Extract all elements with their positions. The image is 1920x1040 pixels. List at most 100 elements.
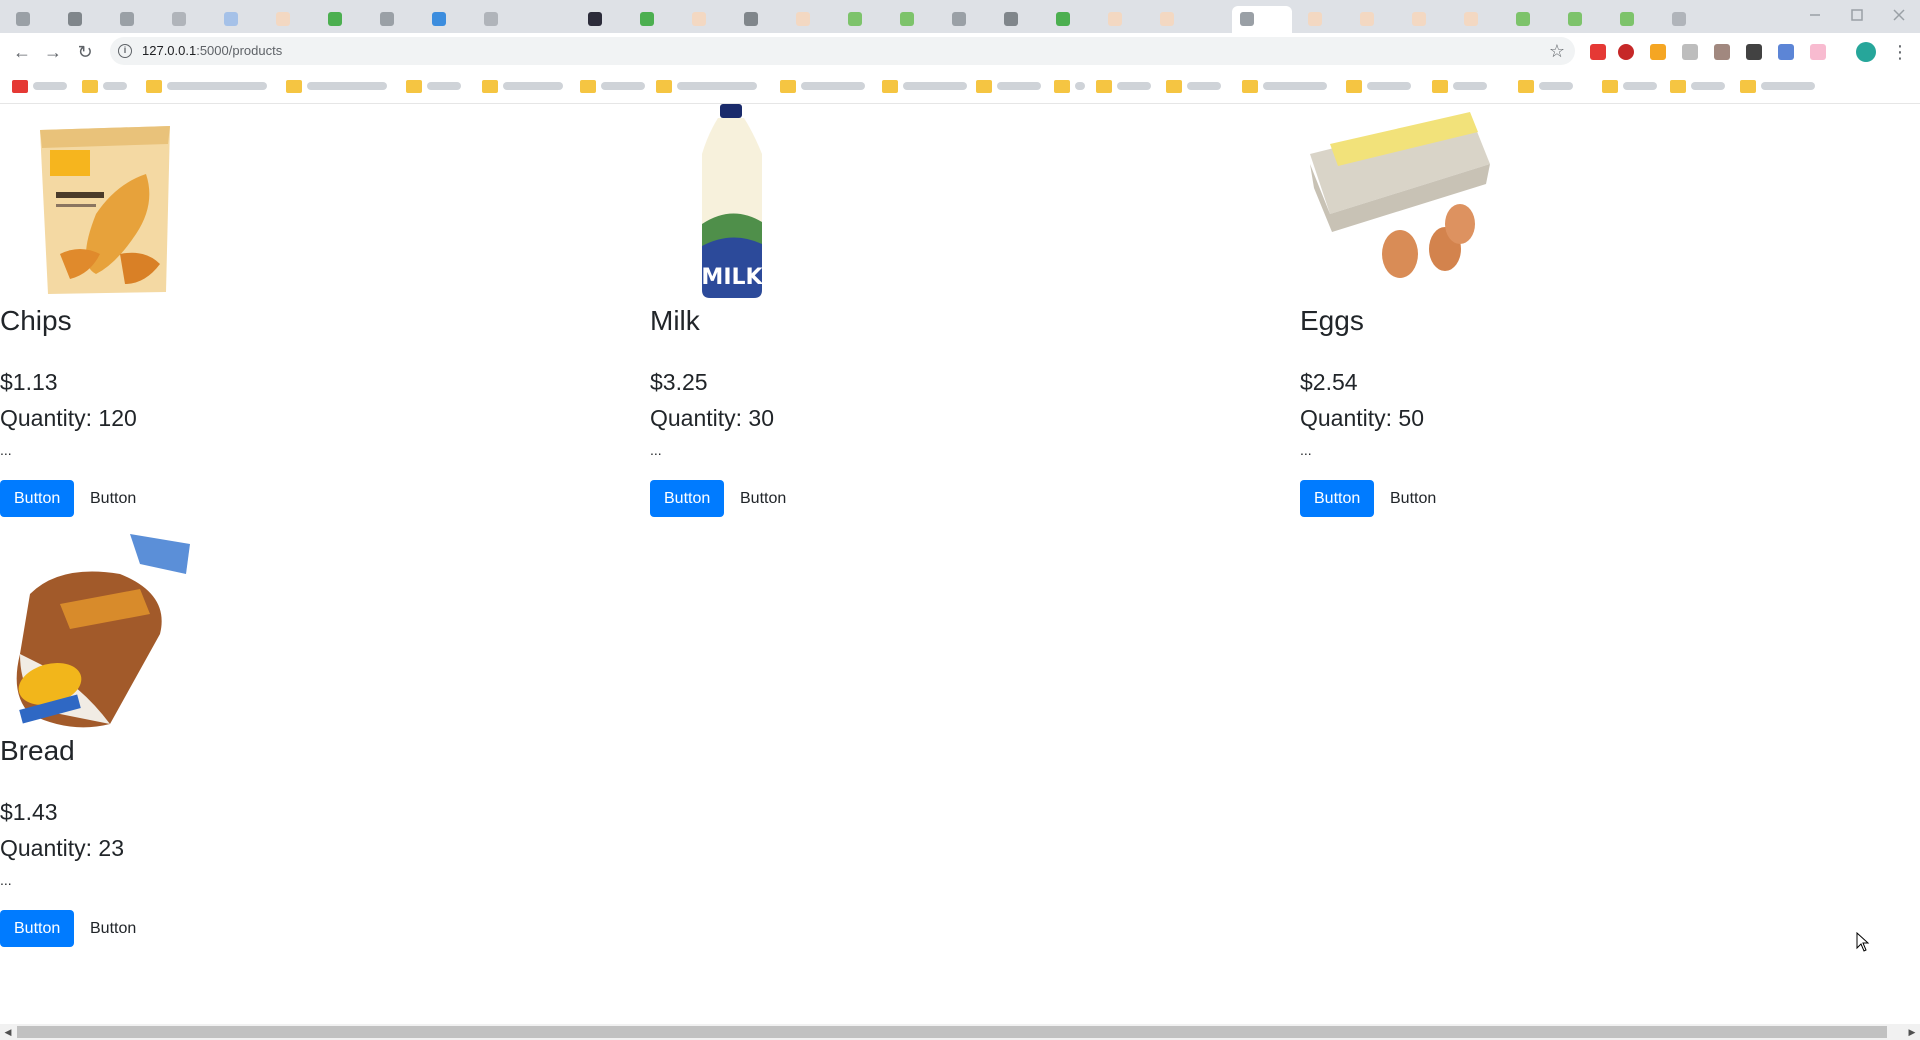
tab[interactable] — [1048, 6, 1088, 33]
tab[interactable] — [60, 6, 100, 33]
egg-carton-icon — [1300, 104, 1500, 304]
info-icon[interactable]: i — [118, 44, 132, 58]
tab[interactable] — [632, 6, 672, 33]
extension-icon[interactable] — [1714, 44, 1730, 60]
secondary-button[interactable]: Button — [726, 480, 800, 517]
primary-button[interactable]: Button — [0, 480, 75, 517]
extension-icon[interactable] — [1682, 44, 1698, 60]
product-name: Chips — [0, 305, 72, 336]
tab[interactable] — [1404, 6, 1444, 33]
bookmark-item[interactable] — [1740, 79, 1820, 95]
tab[interactable] — [1612, 6, 1652, 33]
close-icon[interactable] — [1888, 6, 1910, 24]
tab[interactable] — [372, 6, 412, 33]
scroll-left-icon[interactable]: ◀ — [2, 1026, 14, 1038]
tab[interactable] — [112, 6, 152, 33]
back-icon[interactable]: ← — [10, 40, 34, 64]
tab[interactable] — [1508, 6, 1548, 33]
bookmark-item[interactable] — [1602, 79, 1662, 95]
product-name: Eggs — [1300, 305, 1364, 336]
tab[interactable] — [788, 6, 828, 33]
bookmark-item[interactable] — [580, 79, 650, 95]
browser-toolbar: ← → ↻ i 127.0.0.1:5000/products ☆ ⋮ — [0, 33, 1920, 70]
scroll-right-icon[interactable]: ▶ — [1906, 1026, 1918, 1038]
url-text[interactable]: 127.0.0.1:5000/products — [142, 43, 282, 58]
secondary-button[interactable]: Button — [76, 480, 150, 517]
tab[interactable] — [1300, 6, 1340, 33]
tab[interactable] — [944, 6, 984, 33]
product-quantity: Quantity: 30 — [650, 405, 775, 431]
bookmark-item[interactable] — [286, 79, 396, 95]
tab-active[interactable] — [1232, 6, 1292, 33]
tab[interactable] — [476, 6, 516, 33]
tab[interactable] — [1456, 6, 1496, 33]
bookmark-item[interactable] — [1096, 79, 1156, 95]
forward-icon[interactable]: → — [41, 40, 65, 64]
scrollbar-thumb[interactable] — [17, 1026, 1887, 1038]
reload-icon[interactable]: ↻ — [73, 40, 97, 64]
tab[interactable] — [268, 6, 308, 33]
secondary-button[interactable]: Button — [76, 910, 150, 947]
primary-button[interactable]: Button — [1300, 480, 1375, 517]
product-description: ... — [0, 872, 12, 888]
tab[interactable] — [8, 6, 48, 33]
maximize-icon[interactable] — [1846, 6, 1868, 24]
extension-icon[interactable] — [1746, 44, 1762, 60]
bookmark-item[interactable] — [482, 79, 572, 95]
tab[interactable] — [1152, 6, 1192, 33]
product-description: ... — [1300, 442, 1312, 458]
products-page: Chips $1.13 Quantity: 120 ... Button But… — [0, 104, 1920, 1024]
product-name: Bread — [0, 735, 75, 766]
bookmark-item[interactable] — [146, 79, 276, 95]
bookmark-item[interactable] — [882, 79, 972, 95]
url-path: :5000/products — [196, 43, 283, 58]
svg-text:MILK: MILK — [701, 265, 763, 290]
tab[interactable] — [164, 6, 204, 33]
bookmark-item[interactable] — [976, 79, 1046, 95]
bookmark-item[interactable] — [1432, 79, 1492, 95]
tab[interactable] — [1100, 6, 1140, 33]
extension-icon[interactable] — [1618, 44, 1634, 60]
tab[interactable] — [840, 6, 880, 33]
profile-avatar[interactable] — [1856, 42, 1876, 62]
tab[interactable] — [320, 6, 360, 33]
menu-icon[interactable]: ⋮ — [1888, 40, 1912, 64]
extension-icon[interactable] — [1650, 44, 1666, 60]
bookmark-item[interactable] — [12, 79, 72, 95]
tab[interactable] — [216, 6, 256, 33]
bookmark-item[interactable] — [656, 79, 766, 95]
tab[interactable] — [424, 6, 464, 33]
primary-button[interactable]: Button — [0, 910, 75, 947]
bookmark-item[interactable] — [1670, 79, 1730, 95]
bookmark-item[interactable] — [780, 79, 870, 95]
bookmark-item[interactable] — [1166, 79, 1226, 95]
tab[interactable] — [1352, 6, 1392, 33]
bookmark-item[interactable] — [1242, 79, 1332, 95]
bookmark-item[interactable] — [1054, 79, 1088, 95]
product-name: Milk — [650, 305, 700, 336]
extension-icon[interactable] — [1810, 44, 1826, 60]
bookmark-item[interactable] — [1346, 79, 1416, 95]
tab[interactable] — [1560, 6, 1600, 33]
bookmark-item[interactable] — [406, 79, 466, 95]
tab[interactable] — [892, 6, 932, 33]
tab[interactable] — [580, 6, 620, 33]
bookmark-item[interactable] — [82, 79, 132, 95]
primary-button[interactable]: Button — [650, 480, 725, 517]
extension-icon[interactable] — [1590, 44, 1606, 60]
tab[interactable] — [736, 6, 776, 33]
address-bar[interactable]: i 127.0.0.1:5000/products ☆ — [110, 37, 1575, 65]
product-price: $1.43 — [0, 799, 58, 825]
tab[interactable] — [996, 6, 1036, 33]
horizontal-scrollbar[interactable]: ◀ ▶ — [0, 1024, 1920, 1040]
bookmark-star-icon[interactable]: ☆ — [1549, 40, 1565, 62]
minimize-icon[interactable] — [1804, 6, 1826, 24]
extension-icon[interactable] — [1778, 44, 1794, 60]
tab[interactable] — [1664, 6, 1704, 33]
secondary-button[interactable]: Button — [1376, 480, 1450, 517]
product-description: ... — [650, 442, 662, 458]
chips-bag-icon — [0, 104, 200, 304]
bookmarks-bar — [0, 70, 1920, 104]
bookmark-item[interactable] — [1518, 79, 1578, 95]
tab[interactable] — [684, 6, 724, 33]
